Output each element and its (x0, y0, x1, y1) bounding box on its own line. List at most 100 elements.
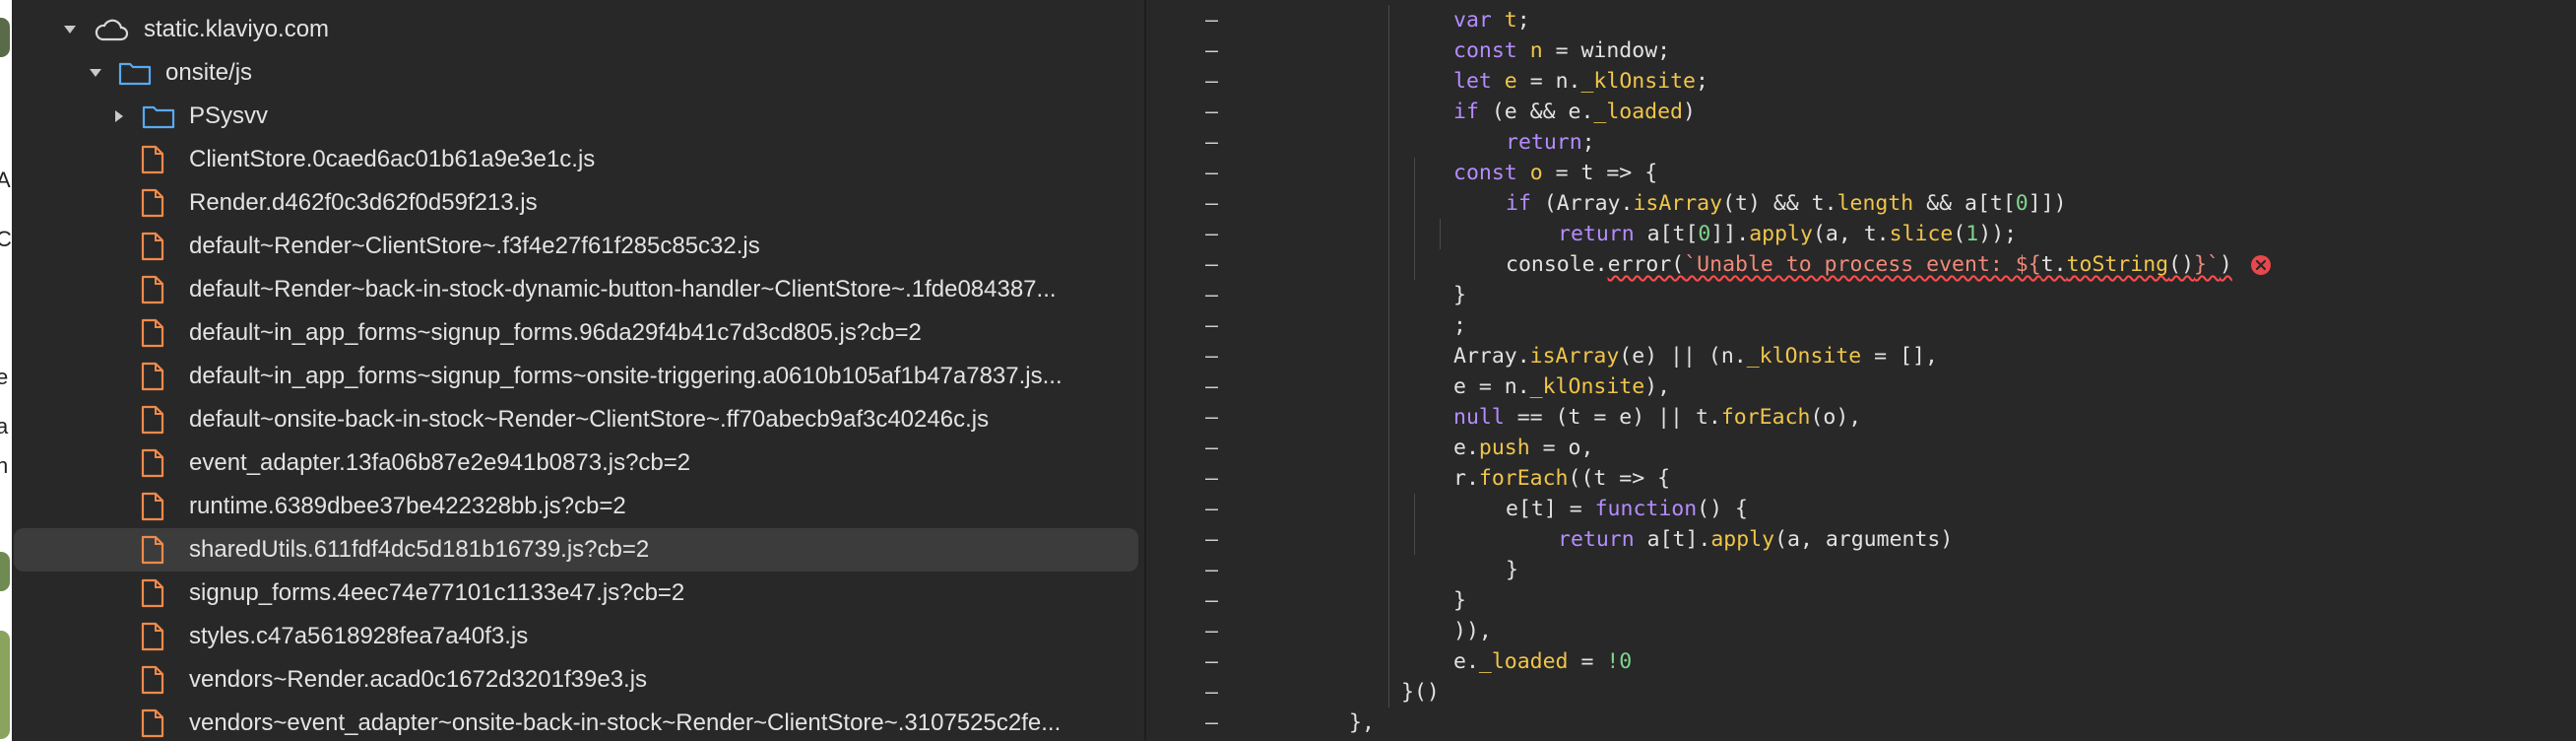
code-line[interactable]: – return; (1146, 127, 2576, 158)
code-text: ; (1453, 313, 1466, 338)
code-text: Array.isArray(e) || (n._klOnsite = [], (1453, 344, 1938, 369)
code-line[interactable]: – const n = window; (1146, 35, 2576, 66)
code-text: let e = n._klOnsite; (1453, 69, 1708, 94)
gutter-mark: – (1205, 527, 1218, 552)
gutter-mark: – (1205, 680, 1218, 705)
file-icon (140, 622, 165, 651)
file-name: vendors~Render.acad0c1672d3201f39e3.js (189, 666, 648, 693)
code-text: }() (1401, 680, 1440, 705)
code-line[interactable]: – Array.isArray(e) || (n._klOnsite = [], (1146, 341, 2576, 371)
code-line[interactable]: –; (1146, 310, 2576, 341)
gutter-mark: – (1205, 38, 1218, 63)
gutter-mark: – (1205, 405, 1218, 430)
file-name: sharedUtils.611fdf4dc5d181b16739.js?cb=2 (189, 536, 650, 563)
tree-item-file[interactable]: default~in_app_forms~signup_forms~onsite… (12, 355, 1138, 398)
gutter-mark: – (1205, 313, 1218, 338)
file-name: default~in_app_forms~signup_forms~onsite… (189, 363, 1063, 389)
file-name: signup_forms.4eec74e77101c1133e47.js?cb=… (189, 579, 685, 606)
code-text: null == (t = e) || t.forEach(o), (1453, 405, 1862, 430)
code-line[interactable]: –} (1146, 555, 2576, 585)
chevron-down-icon[interactable] (87, 64, 104, 82)
code-line[interactable]: – return a[t].apply(a, arguments) (1146, 524, 2576, 555)
code-line[interactable]: – if (Array.isArray(t) && t.length && a[t… (1146, 188, 2576, 219)
tree-item-file[interactable]: vendors~event_adapter~onsite-back-in-sto… (12, 702, 1138, 741)
tree-item-file[interactable]: default~onsite-back-in-stock~Render~Clie… (12, 398, 1138, 441)
file-icon (140, 665, 165, 695)
gutter-mark: – (1205, 466, 1218, 491)
tree-item-file[interactable]: runtime.6389dbee37be422328bb.js?cb=2 (12, 485, 1138, 528)
code-line[interactable]: –)), (1146, 616, 2576, 646)
code-text: } (1453, 283, 1466, 307)
tree-item-domain[interactable]: static.klaviyo.com (12, 8, 1138, 51)
folder-label: onsite/js (165, 59, 253, 86)
file-name: default~Render~back-in-stock-dynamic-but… (189, 276, 1057, 303)
file-icon (140, 405, 165, 435)
code-line[interactable]: – e = n._klOnsite), (1146, 371, 2576, 402)
code-line[interactable]: – e._loaded = !0 (1146, 646, 2576, 677)
code-line[interactable]: – return a[t[0]].apply(a, t.slice(1)); (1146, 219, 2576, 249)
code-text: e._loaded = !0 (1453, 649, 1633, 674)
gutter-mark: – (1205, 100, 1218, 124)
gutter-mark: – (1205, 222, 1218, 246)
tree-item-file[interactable]: sharedUtils.611fdf4dc5d181b16739.js?cb=2 (14, 528, 1138, 572)
file-name: default~in_app_forms~signup_forms.96da29… (189, 319, 922, 346)
code-text: } (1506, 558, 1518, 582)
code-line[interactable]: – const o = t => { (1146, 158, 2576, 188)
error-circle-icon[interactable] (2251, 255, 2271, 275)
file-icon (140, 708, 165, 738)
code-line[interactable]: – var t; (1146, 5, 2576, 35)
tree-item-subfolder[interactable]: PSysvv (12, 95, 1138, 138)
code-text: return; (1506, 130, 1595, 155)
code-text: const n = window; (1453, 38, 1671, 63)
domain-label: static.klaviyo.com (144, 16, 330, 42)
code-line[interactable]: – }() (1146, 677, 2576, 707)
code-text: }, (1349, 710, 1375, 735)
sources-file-tree: static.klaviyo.com onsite/js PSysvv Clie… (12, 0, 1144, 741)
file-name: styles.c47a5618928fea7a40f3.js (189, 623, 529, 649)
tree-item-file[interactable]: default~in_app_forms~signup_forms.96da29… (12, 311, 1138, 355)
gutter-mark: – (1205, 69, 1218, 94)
tree-item-file[interactable]: event_adapter.13fa06b87e2e941b0873.js?cb… (12, 441, 1138, 485)
code-line[interactable]: –} (1146, 280, 2576, 310)
code-text: var t; (1453, 8, 1530, 33)
code-line[interactable]: –}, (1146, 707, 2576, 738)
tree-item-file[interactable]: Render.d462f0c3d62f0d59f213.js (12, 181, 1138, 225)
file-icon (140, 318, 165, 348)
code-text: r.forEach((t => { (1453, 466, 1671, 491)
tree-item-folder[interactable]: onsite/js (12, 51, 1138, 95)
chevron-right-icon[interactable] (110, 107, 128, 125)
code-line[interactable]: – if (e && e._loaded) (1146, 97, 2576, 127)
gutter-mark: – (1205, 283, 1218, 307)
code-line[interactable]: – e[t] = function() { (1146, 494, 2576, 524)
gutter-mark: – (1205, 130, 1218, 155)
tree-item-file[interactable]: vendors~Render.acad0c1672d3201f39e3.js (12, 658, 1138, 702)
chevron-down-icon[interactable] (61, 21, 79, 38)
code-text: if (e && e._loaded) (1453, 100, 1696, 124)
tree-item-file[interactable]: default~Render~ClientStore~.f3f4e27f61f2… (12, 225, 1138, 268)
folder-icon (118, 59, 152, 87)
code-line[interactable]: –} (1146, 585, 2576, 616)
tree-item-file[interactable]: default~Render~back-in-stock-dynamic-but… (12, 268, 1138, 311)
tree-item-file[interactable]: signup_forms.4eec74e77101c1133e47.js?cb=… (12, 572, 1138, 615)
code-text: e = n._klOnsite), (1453, 374, 1671, 399)
folder-icon (142, 102, 175, 130)
code-line[interactable]: – e.push = o, (1146, 433, 2576, 463)
code-line[interactable]: – console.error(`Unable to process event:… (1146, 249, 2576, 280)
file-icon (140, 188, 165, 218)
code-text: )), (1453, 619, 1492, 643)
gutter-mark: – (1205, 710, 1218, 735)
gutter-mark: – (1205, 374, 1218, 399)
gutter-mark: – (1205, 252, 1218, 277)
code-editor[interactable]: –function() {–var t;–const n = window;–l… (1146, 0, 2576, 741)
file-icon (140, 578, 165, 608)
gutter-mark: – (1205, 497, 1218, 521)
code-line[interactable]: – let e = n._klOnsite; (1146, 66, 2576, 97)
code-line[interactable]: – r.forEach((t => { (1146, 463, 2576, 494)
tree-item-file[interactable]: styles.c47a5618928fea7a40f3.js (12, 615, 1138, 658)
tree-item-file[interactable]: ClientStore.0caed6ac01b61a9e3e1c.js (12, 138, 1138, 181)
gutter-mark: – (1205, 558, 1218, 582)
code-line[interactable]: – null == (t = e) || t.forEach(o), (1146, 402, 2576, 433)
file-icon (140, 145, 165, 174)
file-name: vendors~event_adapter~onsite-back-in-sto… (189, 709, 1062, 736)
gutter-mark: – (1205, 436, 1218, 460)
